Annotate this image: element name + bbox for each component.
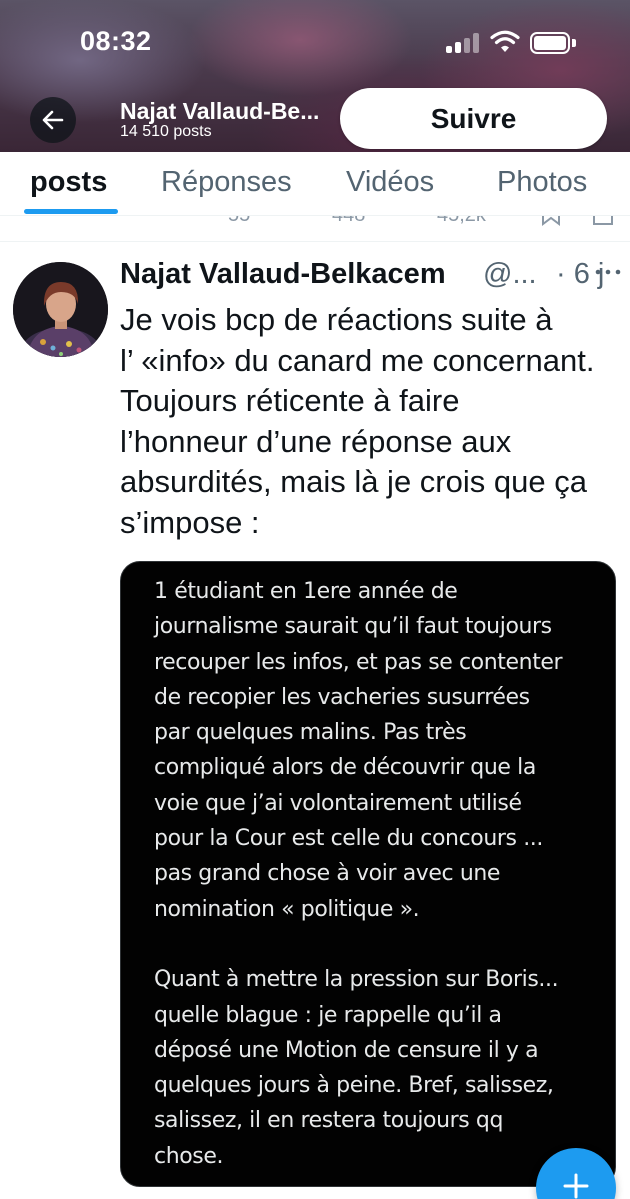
avatar[interactable] — [13, 262, 108, 357]
plus-icon — [563, 1173, 589, 1199]
active-tab-indicator — [24, 209, 118, 214]
battery-icon — [530, 32, 576, 54]
tweet-text: Je vois bcp de réactions suite à l’ «inf… — [120, 300, 620, 543]
image-text-line: salissez, il en restera toujours qq — [154, 1108, 504, 1134]
image-text-line: déposé une Motion de censure il y a — [154, 1037, 539, 1063]
tab-videos[interactable]: Vidéos — [346, 166, 434, 199]
tweet-image[interactable]: 1 étudiant en 1ere année de journalisme … — [120, 561, 616, 1187]
previous-tweet-actions: 55 448 45,2k — [0, 216, 630, 242]
image-text-line: compliqué alors de découvrir que la — [154, 755, 536, 781]
status-time: 08:32 — [80, 26, 152, 56]
more-horizontal-icon[interactable] — [594, 264, 622, 280]
post-count: 14 510 posts — [120, 123, 212, 140]
author-name[interactable]: Najat Vallaud-Belkacem — [120, 258, 446, 291]
image-text-line: chose. — [154, 1143, 224, 1169]
tweet-text-line: l’honneur d’une réponse aux — [120, 423, 512, 459]
tweet-text-line: absurdités, mais là je crois que ça — [120, 464, 587, 499]
image-text-line: 1 étudiant en 1ere année de — [154, 579, 458, 604]
tweet-text-line: l’ «info» du canard me concernant. — [120, 342, 595, 378]
profile-name: Najat Vallaud-Be... — [120, 98, 320, 124]
like-count[interactable]: 448 — [332, 216, 365, 227]
tweet-header: Najat Vallaud-Belkacem @... · 6 j — [120, 258, 622, 298]
image-text-line: recouper les infos, et pas se contenter — [154, 649, 563, 675]
arrow-left-icon — [42, 110, 64, 130]
wifi-icon — [490, 30, 520, 52]
image-text-line: par quelques malins. Pas très — [154, 720, 467, 746]
cellular-signal-icon — [446, 33, 480, 53]
image-text-line: quelle blague : je rappelle qu’il a — [154, 1002, 502, 1028]
image-text-line: pas grand chose à voir avec une — [154, 861, 501, 887]
image-text-line: nomination « politique ». — [154, 896, 420, 922]
tweet-text-line: s’impose : — [120, 504, 260, 540]
bookmark-icon[interactable] — [540, 216, 562, 226]
tab-replies[interactable]: Réponses — [161, 166, 292, 199]
view-count[interactable]: 45,2k — [437, 216, 486, 227]
tweet-text-line: Toujours réticente à faire — [120, 383, 460, 418]
tab-posts[interactable]: posts — [30, 166, 107, 199]
image-text-line: de recopier les vacheries susurrées — [154, 684, 530, 710]
retweet-count[interactable]: 55 — [228, 216, 250, 227]
back-button[interactable] — [30, 97, 76, 143]
author-handle[interactable]: @... — [483, 258, 537, 291]
image-text-line: Quant à mettre la pression sur Boris... — [154, 967, 559, 993]
image-text: 1 étudiant en 1ere année de journalisme … — [154, 574, 563, 1174]
tab-photos[interactable]: Photos — [497, 166, 587, 199]
image-text-line: quelques jours à peine. Bref, salissez, — [154, 1073, 554, 1099]
share-icon[interactable] — [592, 216, 614, 226]
profile-tabs: posts Réponses Vidéos Photos — [0, 152, 630, 216]
avatar-photo — [13, 262, 108, 357]
image-text-line: voie que j’ai volontairement utilisé — [154, 790, 522, 816]
follow-button[interactable]: Suivre — [340, 88, 607, 149]
image-text-line: pour la Cour est celle du concours ... — [154, 826, 543, 852]
image-text-line: journalisme saurait qu’il faut toujours — [154, 614, 552, 640]
tweet-text-line: Je vois bcp de réactions suite à — [120, 302, 553, 337]
profile-screen: 08:32 Najat Vallaud-Be... 14 510 posts S… — [0, 0, 630, 1199]
